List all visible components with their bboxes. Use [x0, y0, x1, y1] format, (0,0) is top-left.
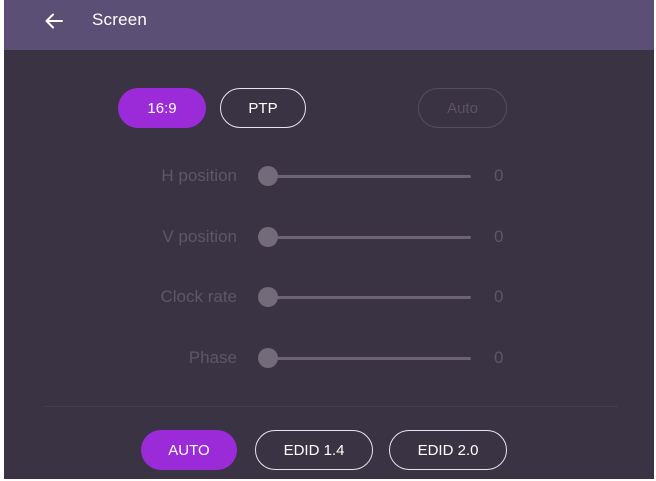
v-position-row: V position 0 — [4, 222, 654, 252]
header-bar: Screen — [4, 0, 654, 50]
phase-slider-thumb[interactable] — [258, 348, 278, 368]
section-divider — [44, 406, 618, 407]
clock-rate-slider-track[interactable] — [268, 296, 471, 299]
screen-settings-panel: Screen 16:9 PTP Auto H position 0 V posi… — [4, 0, 654, 479]
h-position-row: H position 0 — [4, 161, 654, 191]
aspect-ptp-button[interactable]: PTP — [220, 88, 306, 128]
auto-adjust-button[interactable]: Auto — [418, 88, 507, 128]
clock-rate-slider-thumb[interactable] — [258, 287, 278, 307]
v-position-value: 0 — [494, 227, 504, 246]
h-position-slider-thumb[interactable] — [258, 166, 278, 186]
phase-slider-track[interactable] — [268, 357, 471, 360]
clock-rate-row: Clock rate 0 — [4, 282, 654, 312]
phase-label: Phase — [188, 348, 237, 367]
h-position-slider-track[interactable] — [268, 175, 471, 178]
edid-auto-button[interactable]: AUTO — [141, 430, 237, 470]
arrow-left-icon[interactable] — [42, 9, 66, 33]
h-position-value: 0 — [494, 166, 504, 185]
page-title: Screen — [92, 10, 148, 29]
phase-row: Phase 0 — [4, 343, 654, 373]
aspect-16-9-button[interactable]: 16:9 — [118, 88, 206, 128]
edid-2-0-button[interactable]: EDID 2.0 — [389, 430, 507, 470]
clock-rate-label: Clock rate — [160, 287, 237, 306]
v-position-label: V position — [162, 227, 237, 246]
v-position-slider-thumb[interactable] — [258, 227, 278, 247]
phase-value: 0 — [494, 348, 504, 367]
h-position-label: H position — [161, 166, 237, 185]
edid-1-4-button[interactable]: EDID 1.4 — [255, 430, 373, 470]
clock-rate-value: 0 — [494, 287, 504, 306]
v-position-slider-track[interactable] — [268, 236, 471, 239]
